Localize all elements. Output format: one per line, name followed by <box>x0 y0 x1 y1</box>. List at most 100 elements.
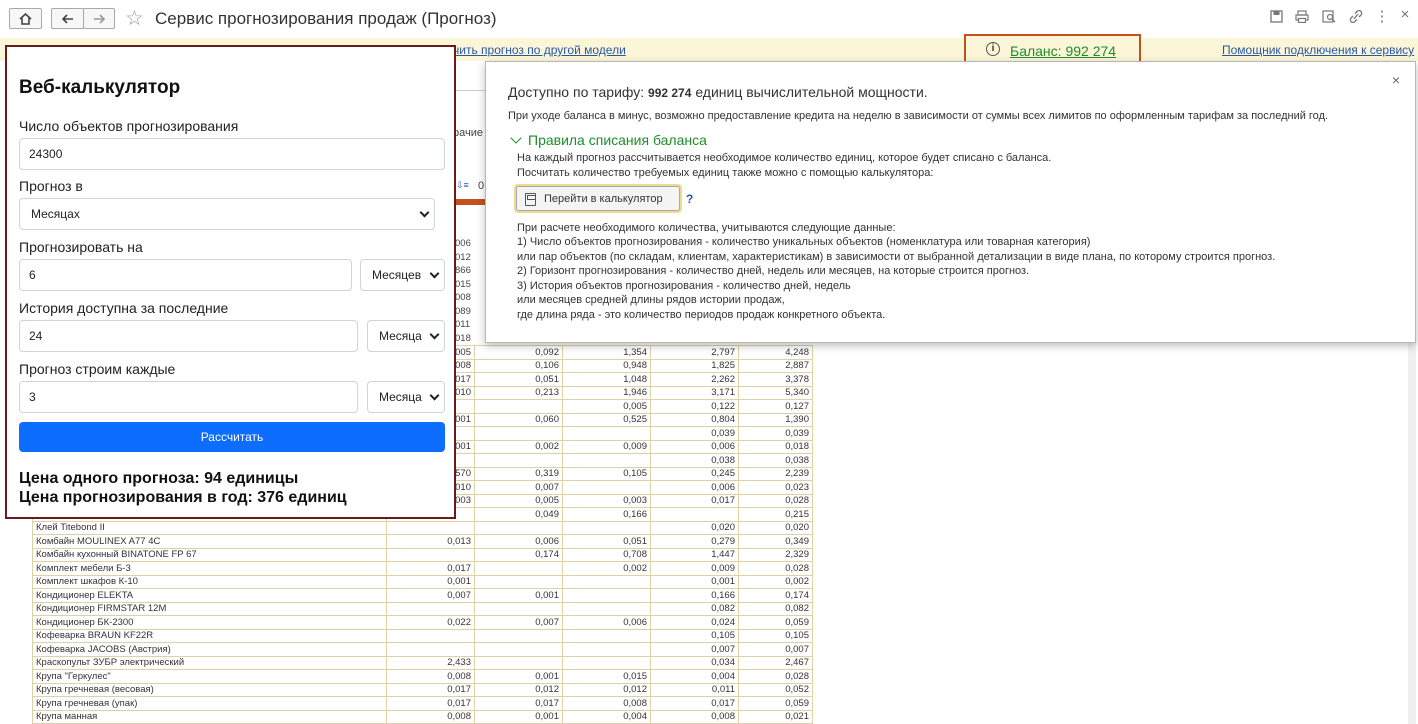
help-link[interactable]: ? <box>686 192 693 206</box>
table-cell-value: 0,009 <box>562 439 651 454</box>
history-label: История доступна за последние <box>19 300 229 316</box>
table-cell-value: 0,012 <box>474 682 563 697</box>
table-cell-value: 0,082 <box>650 601 739 616</box>
table-cell-value: 0,003 <box>562 493 651 508</box>
table-row[interactable]: Кофеварка BRAUN KF22R 0,105 0,105 <box>32 628 813 643</box>
table-cell-value <box>562 601 651 616</box>
calculate-button[interactable]: Рассчитать <box>19 422 445 452</box>
table-cell-value <box>562 426 651 441</box>
forecast-in-select[interactable]: Месяцах <box>19 198 435 230</box>
table-row[interactable]: Комплект шкафов К-10 0,001 0,001 0,002 <box>32 574 813 589</box>
table-cell-value <box>562 520 651 535</box>
background-value: 006 <box>455 238 471 249</box>
forward-icon <box>93 13 105 24</box>
table-cell-value: 0,008 <box>562 696 651 711</box>
web-calculator-panel: Веб-калькулятор Число объектов прогнозир… <box>5 45 456 519</box>
details-line: где длина ряда - это количество периодов… <box>517 309 886 321</box>
table-cell-name: Комплект шкафов К-10 <box>32 574 387 589</box>
table-cell-value: 0,049 <box>474 507 563 522</box>
table-cell-name: Крупа гречневая (весовая) <box>32 682 387 697</box>
window-title: Сервис прогнозирования продаж (Прогноз) <box>155 9 497 28</box>
details-line: 3) История объектов прогнозирования - ко… <box>517 280 851 292</box>
table-cell-value: 0,001 <box>650 574 739 589</box>
goto-calculator-button[interactable]: Перейти в калькулятор <box>514 184 682 213</box>
table-cell-value <box>474 561 563 576</box>
table-cell-value <box>562 642 651 657</box>
table-row[interactable]: Комплект мебели Б-3 0,017 0,002 0,009 0,028 <box>32 561 813 576</box>
table-row[interactable]: Кондиционер FIRMSTAR 12M 0,082 0,082 <box>32 601 813 616</box>
table-cell-value: 0,024 <box>650 615 739 630</box>
table-cell-value: 0,006 <box>650 480 739 495</box>
other-model-link[interactable]: чить прогноз по другой модели <box>453 43 626 57</box>
history-input[interactable]: 24 <box>19 320 358 352</box>
back-icon <box>61 13 73 24</box>
every-unit-select[interactable]: Месяца <box>367 381 445 413</box>
calculator-title: Веб-калькулятор <box>19 77 181 98</box>
table-row[interactable]: Клей Titebond II 0,020 0,020 <box>32 520 813 535</box>
table-cell-value <box>386 628 475 643</box>
table-row[interactable]: Краскопульт ЗУБР электрический 2,433 0,034… <box>32 655 813 670</box>
info-icon: i <box>986 42 1000 56</box>
link-icon[interactable] <box>1348 9 1364 26</box>
column-fragment: рачие <box>453 127 483 139</box>
table-cell-value <box>562 480 651 495</box>
table-cell-value: 0,017 <box>386 696 475 711</box>
chevron-down-icon <box>429 329 440 340</box>
preview-icon[interactable] <box>1321 10 1337 26</box>
table-cell-value: 0,092 <box>474 345 563 360</box>
table-row[interactable]: Крупа "Геркулес" 0,008 0,001 0,015 0,004 0,02… <box>32 669 813 684</box>
balance-link[interactable]: Баланс: 992 274 <box>1010 43 1116 59</box>
more-icon[interactable]: ⋮ <box>1374 7 1390 25</box>
table-cell-value: 0,051 <box>562 534 651 549</box>
forward-button[interactable] <box>83 8 115 29</box>
every-unit-value: Месяца <box>379 390 422 404</box>
back-button[interactable] <box>51 8 84 29</box>
every-input[interactable]: 3 <box>19 381 358 413</box>
objects-input[interactable]: 24300 <box>19 138 445 170</box>
table-cell-value: 2,887 <box>738 358 813 373</box>
table-cell-value: 0,017 <box>386 561 475 576</box>
table-cell-value: 5,340 <box>738 385 813 400</box>
star-icon[interactable]: ☆ <box>125 6 144 31</box>
rules-section-toggle[interactable]: Правила списания баланса <box>510 132 707 148</box>
goto-calculator-label: Перейти в калькулятор <box>544 193 663 205</box>
table-cell-value: 0,059 <box>738 696 813 711</box>
table-row[interactable]: Кондиционер БК-2300 0,022 0,007 0,006 0,024 0… <box>32 615 813 630</box>
table-cell-value: 0,021 <box>738 709 813 724</box>
details-line: 2) Горизонт прогнозирования - количество… <box>517 265 1030 277</box>
divider <box>455 90 485 91</box>
table-row[interactable]: Крупа манная 0,008 0,001 0,004 0,008 0,021 <box>32 709 813 724</box>
table-cell-value: 0,008 <box>650 709 739 724</box>
assistant-link[interactable]: Помощник подключения к сервису <box>1222 43 1414 57</box>
table-cell-value: 0,349 <box>738 534 813 549</box>
table-row[interactable]: Комбайн кухонный BINATONE FP 67 0,174 0,70… <box>32 547 813 562</box>
table-cell-value: 0,525 <box>562 412 651 427</box>
table-cell-value: 0,213 <box>474 385 563 400</box>
chevron-down-icon <box>429 390 440 401</box>
table-cell-value <box>386 520 475 535</box>
table-row[interactable]: Кофеварка JACOBS (Австрия) 0,007 0,007 <box>32 642 813 657</box>
vertical-scrollbar[interactable] <box>1408 340 1416 724</box>
table-row[interactable]: Комбайн MOULINEX A77 4C 0,013 0,006 0,051 0,… <box>32 534 813 549</box>
horizon-unit-select[interactable]: Месяцев <box>360 259 445 291</box>
table-row[interactable]: Кондиционер ELEKTA 0,007 0,001 0,166 0,174 <box>32 588 813 603</box>
table-cell-value: 0,166 <box>562 507 651 522</box>
print-icon[interactable] <box>1294 10 1310 26</box>
table-cell-value: 0,020 <box>650 520 739 535</box>
table-cell-value: 0,279 <box>650 534 739 549</box>
table-cell-value: 0,017 <box>474 696 563 711</box>
table-cell-value: 0,006 <box>474 534 563 549</box>
close-icon[interactable]: × <box>1397 6 1413 23</box>
background-value: 089 <box>455 305 471 317</box>
table-cell-value <box>562 574 651 589</box>
table-row[interactable]: Крупа гречневая (упак) 0,017 0,017 0,008 0,0… <box>32 696 813 711</box>
table-row[interactable]: Крупа гречневая (весовая) 0,017 0,012 0,012… <box>32 682 813 697</box>
table-cell-value <box>562 655 651 670</box>
close-icon[interactable]: × <box>1392 72 1400 88</box>
table-cell-name: Кондиционер БК-2300 <box>32 615 387 630</box>
horizon-input[interactable]: 6 <box>19 259 352 291</box>
table-cell-value: 0,001 <box>474 709 563 724</box>
home-button[interactable] <box>9 8 42 29</box>
save-icon[interactable] <box>1268 10 1284 26</box>
history-unit-select[interactable]: Месяца <box>367 320 445 352</box>
